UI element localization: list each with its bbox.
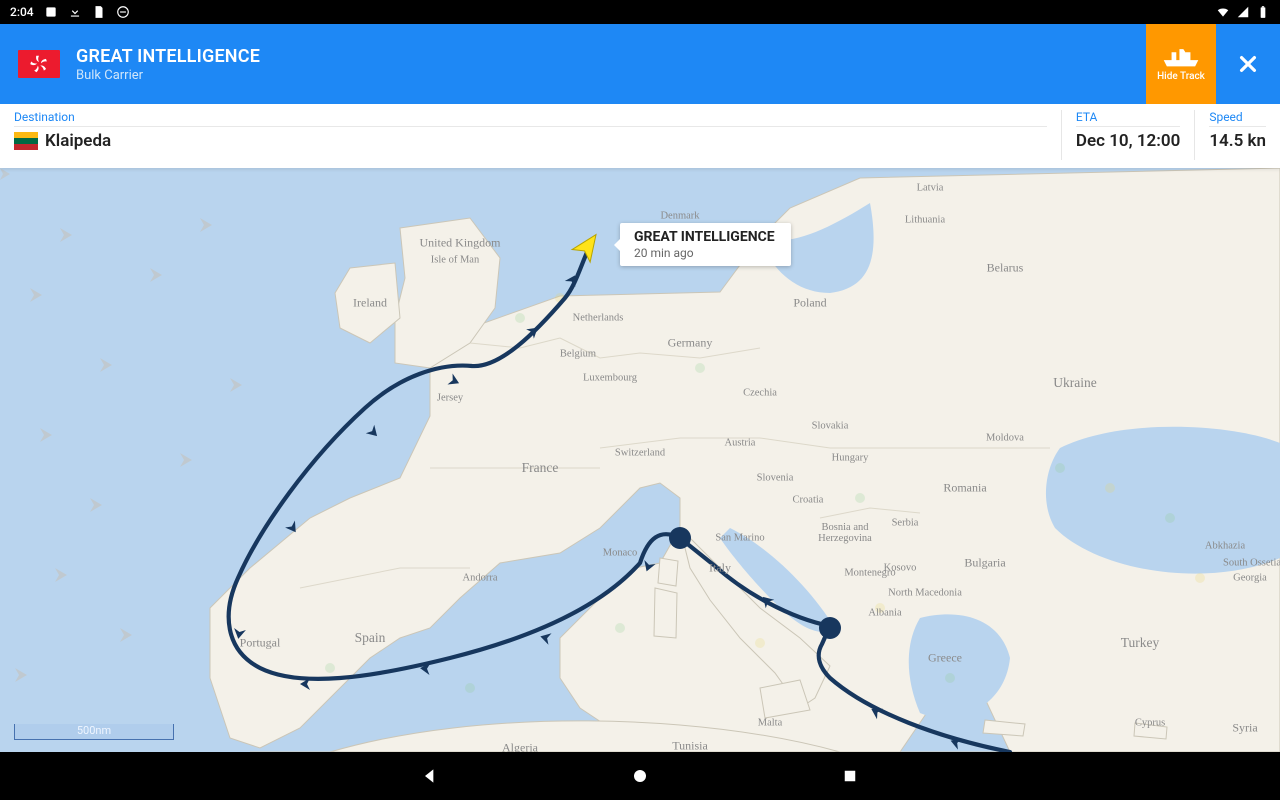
country-label: Italy	[709, 561, 731, 576]
country-label: Ireland	[353, 296, 387, 311]
country-label: Tunisia	[672, 739, 708, 753]
country-label: Albania	[868, 608, 901, 619]
country-label: Germany	[668, 336, 713, 351]
country-label: Serbia	[892, 518, 919, 529]
eta-value: Dec 10, 12:00	[1076, 131, 1180, 151]
country-label: Latvia	[917, 183, 944, 194]
country-label: Greece	[928, 651, 962, 666]
country-label: Belgium	[560, 349, 596, 360]
country-label: Czechia	[743, 388, 777, 399]
wifi-icon	[1216, 5, 1230, 19]
vessel-name: GREAT INTELLIGENCE	[76, 46, 260, 67]
speed-value: 14.5 kn	[1209, 131, 1266, 151]
country-label: Moldova	[986, 433, 1024, 444]
speed-field: Speed 14.5 kn	[1195, 110, 1266, 160]
country-label: Denmark	[660, 211, 699, 222]
map[interactable]: GREAT INTELLIGENCE 20 min ago United Kin…	[0, 168, 1280, 752]
country-label: South Ossetia	[1223, 558, 1280, 569]
eta-label: ETA	[1076, 110, 1180, 127]
country-label: Switzerland	[615, 448, 665, 459]
eta-field: ETA Dec 10, 12:00	[1062, 110, 1195, 160]
close-button[interactable]	[1216, 24, 1280, 104]
vessel-header: GREAT INTELLIGENCE Bulk Carrier Hide Tra…	[0, 24, 1280, 104]
country-label: Croatia	[793, 495, 824, 506]
country-label: Hungary	[832, 453, 869, 464]
vessel-callout[interactable]: GREAT INTELLIGENCE 20 min ago	[620, 223, 791, 266]
status-notif-icon	[44, 5, 58, 19]
map-scale-bar: 500nm	[14, 724, 174, 740]
status-sd-icon	[92, 5, 106, 19]
flag-lithuania-icon	[14, 132, 38, 150]
ship-icon	[1162, 46, 1200, 68]
country-label: Bosnia and Herzegovina	[818, 522, 872, 544]
home-icon	[631, 767, 649, 785]
destination-value: Klaipeda	[45, 131, 111, 151]
vessel-info-bar: Destination Klaipeda ETA Dec 10, 12:00 S…	[0, 104, 1280, 168]
country-label: Ukraine	[1053, 375, 1096, 391]
country-label: Poland	[793, 296, 826, 311]
country-label: Bulgaria	[964, 556, 1005, 571]
country-label: Turkey	[1121, 635, 1160, 651]
country-label: Isle of Man	[431, 255, 479, 266]
close-icon	[1237, 53, 1259, 75]
country-label: Jersey	[437, 393, 463, 404]
country-label: Lithuania	[905, 215, 945, 226]
country-label: Georgia	[1233, 573, 1267, 584]
speed-label: Speed	[1209, 110, 1266, 127]
flag-hong-kong-icon	[18, 50, 60, 78]
country-label: United Kingdom	[420, 236, 501, 251]
destination-label: Destination	[14, 110, 1047, 127]
country-label: France	[522, 460, 559, 476]
country-label: Malta	[758, 718, 783, 729]
country-label: Kosovo	[884, 563, 917, 574]
country-label: Andorra	[463, 573, 498, 584]
nav-recent-button[interactable]	[835, 761, 865, 791]
country-label: Netherlands	[573, 313, 624, 324]
country-label: Abkhazia	[1205, 541, 1245, 552]
country-label: Cyprus	[1135, 718, 1165, 729]
country-label: Slovakia	[812, 421, 849, 432]
android-nav-bar	[0, 752, 1280, 800]
android-status-bar: 2:04	[0, 0, 1280, 24]
cell-signal-icon	[1236, 5, 1250, 19]
vessel-type: Bulk Carrier	[76, 68, 260, 83]
country-label: Syria	[1232, 721, 1257, 736]
status-dnd-icon	[116, 5, 130, 19]
nav-home-button[interactable]	[625, 761, 655, 791]
country-label: San Marino	[715, 533, 764, 544]
country-label: Algeria	[502, 741, 538, 753]
battery-icon	[1256, 5, 1270, 19]
recent-icon	[841, 767, 859, 785]
country-label: Monaco	[603, 548, 637, 559]
hide-track-button[interactable]: Hide Track	[1146, 24, 1216, 104]
callout-title: GREAT INTELLIGENCE	[634, 229, 775, 245]
country-label: Spain	[355, 630, 386, 646]
scale-label: 500nm	[15, 724, 173, 737]
back-icon	[420, 766, 440, 786]
status-download-icon	[68, 5, 82, 19]
country-label: Austria	[725, 438, 756, 449]
status-time: 2:04	[10, 5, 34, 19]
country-label: Slovenia	[757, 473, 794, 484]
country-label: Luxembourg	[583, 373, 637, 384]
nav-back-button[interactable]	[415, 761, 445, 791]
country-label: Belarus	[987, 261, 1024, 276]
country-label: Portugal	[240, 636, 281, 651]
country-label: North Macedonia	[888, 588, 962, 599]
destination-field[interactable]: Destination Klaipeda	[14, 110, 1062, 160]
country-label: Romania	[943, 481, 986, 496]
callout-timestamp: 20 min ago	[634, 246, 775, 260]
hide-track-label: Hide Track	[1157, 71, 1205, 82]
